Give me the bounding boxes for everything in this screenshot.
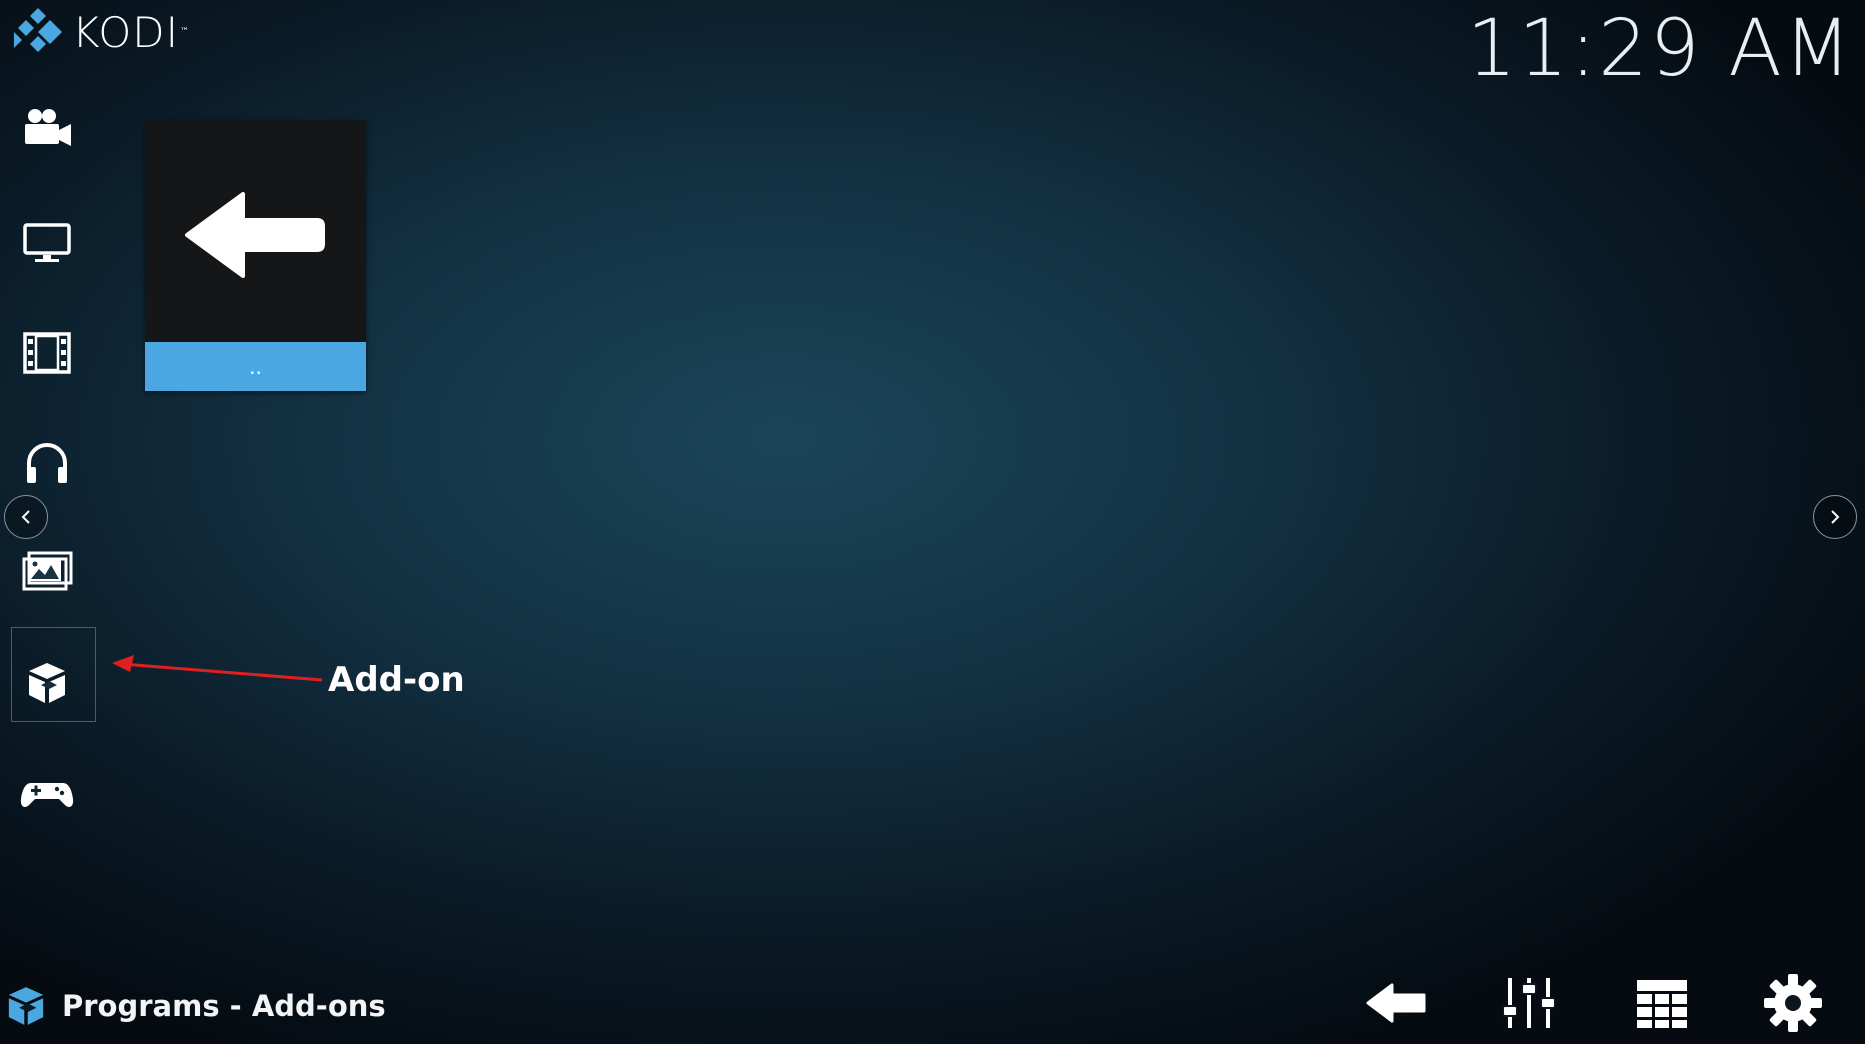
- headphones-icon: [27, 443, 67, 483]
- footer-title: Programs - Add-ons: [62, 989, 386, 1023]
- trademark: ™: [180, 27, 190, 37]
- annotation-arrow-icon: [112, 655, 323, 682]
- view-options-button[interactable]: [1494, 970, 1564, 1036]
- view-mode-button[interactable]: [1627, 970, 1697, 1036]
- annotation-highlight-box: [11, 627, 96, 722]
- scroll-left-button[interactable]: [4, 495, 48, 539]
- pictures-icon: [22, 551, 73, 591]
- chevron-right-icon: [1831, 510, 1840, 524]
- scroll-right-button[interactable]: [1813, 495, 1857, 539]
- tv-icon: [23, 223, 71, 262]
- annotation-label: Add-on: [328, 660, 465, 700]
- sidebar-item-movies[interactable]: [14, 97, 80, 163]
- sidebar-item-music[interactable]: [14, 430, 80, 496]
- tile-label: ..: [145, 342, 366, 391]
- sidebar-item-music-videos[interactable]: [14, 320, 80, 386]
- chevron-left-icon: [21, 510, 30, 524]
- sidebar-item-games[interactable]: [14, 760, 80, 826]
- grid-icon: [1637, 980, 1687, 1028]
- sliders-icon: [1502, 978, 1556, 1028]
- video-camera-icon: [25, 109, 71, 146]
- gear-icon: [1764, 974, 1822, 1032]
- back-button[interactable]: [1362, 970, 1432, 1036]
- clock: 11:29 AM: [1466, 4, 1853, 94]
- gamepad-icon: [20, 783, 74, 807]
- footer-breadcrumb: Programs - Add-ons: [0, 982, 386, 1030]
- back-arrow-icon: [1366, 983, 1426, 1023]
- addon-box-icon: [8, 987, 44, 1025]
- parent-folder-tile[interactable]: ..: [145, 120, 366, 391]
- kodi-logo: KODI ™: [12, 6, 189, 58]
- back-arrow-icon: [185, 192, 325, 278]
- sidebar-item-tv-shows[interactable]: [14, 210, 80, 276]
- sidebar-item-pictures[interactable]: [14, 540, 80, 606]
- app-name: KODI: [72, 7, 180, 57]
- film-icon: [23, 332, 71, 374]
- kodi-logo-icon: [14, 8, 62, 52]
- settings-button[interactable]: [1758, 970, 1828, 1036]
